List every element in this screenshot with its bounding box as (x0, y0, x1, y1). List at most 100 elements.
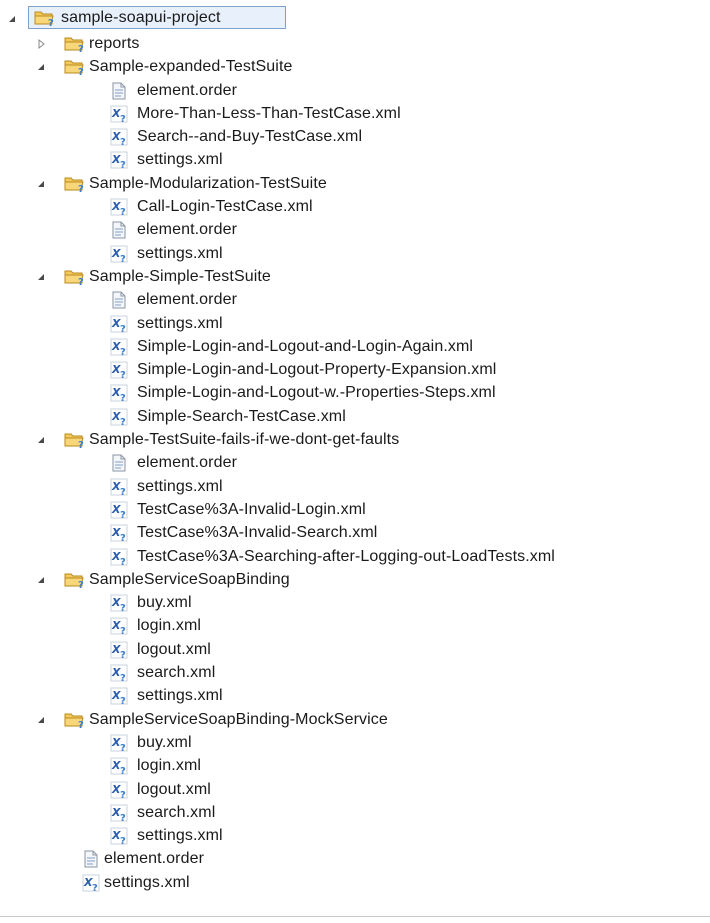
tree-file-testcase-3a-searching-after-logging-out-loadtests-xml[interactable]: X ? TestCase%3A-Searching-after-Logging-… (0, 545, 710, 568)
tree-file-logout-xml[interactable]: X ? logout.xml (0, 778, 710, 801)
tree-file-settings-xml[interactable]: X ? settings.xml (0, 824, 710, 847)
tree-item-label[interactable]: Sample-expanded-TestSuite (89, 58, 293, 76)
expand-arrow-icon[interactable] (35, 178, 47, 190)
tree-item-label[interactable]: Sample-Simple-TestSuite (89, 268, 271, 286)
tree-file-login-xml[interactable]: X ? login.xml (0, 754, 710, 777)
svg-text:?: ? (120, 510, 126, 519)
tree-file-call-login-testcase-xml[interactable]: X ? Call-Login-TestCase.xml (0, 195, 710, 218)
tree-file-simple-login-and-logout-property-expansion-xml[interactable]: X ? Simple-Login-and-Logout-Property-Exp… (0, 358, 710, 381)
tree-folder-sample-simple-testsuite[interactable]: ? Sample-Simple-TestSuite (0, 265, 710, 288)
tree-item-label[interactable]: settings.xml (137, 151, 223, 169)
tree-item-label[interactable]: settings.xml (137, 687, 223, 705)
xml-file-icon: X ? (110, 151, 130, 169)
expand-arrow-icon[interactable] (35, 434, 47, 446)
tree-item-label[interactable]: TestCase%3A-Invalid-Login.xml (137, 501, 366, 519)
tree-item-label[interactable]: Search--and-Buy-TestCase.xml (137, 128, 362, 146)
tree-item-label[interactable]: element.order (137, 454, 237, 472)
tree-file-settings-xml[interactable]: X ? settings.xml (0, 871, 710, 894)
tree-file-simple-login-and-logout-w-properties-steps-xml[interactable]: X ? Simple-Login-and-Logout-w.-Propertie… (0, 381, 710, 404)
tree-root-row[interactable]: ? sample-soapui-project (0, 6, 710, 32)
tree-item-label[interactable]: TestCase%3A-Searching-after-Logging-out-… (137, 548, 555, 566)
tree-item-label[interactable]: settings.xml (137, 245, 223, 263)
expand-arrow-icon[interactable] (6, 13, 18, 25)
svg-text:?: ? (120, 650, 126, 659)
tree-file-element-order[interactable]: element.order (0, 79, 710, 102)
tree-file-settings-xml[interactable]: X ? settings.xml (0, 148, 710, 171)
tree-item-label[interactable]: buy.xml (137, 594, 192, 612)
expand-arrow-icon[interactable] (35, 574, 47, 586)
tree-item-label[interactable]: search.xml (137, 804, 215, 822)
tree-item-label[interactable]: buy.xml (137, 734, 192, 752)
tree-item-label[interactable]: settings.xml (137, 315, 223, 333)
tree-item-label[interactable]: More-Than-Less-Than-TestCase.xml (137, 105, 401, 123)
tree-file-logout-xml[interactable]: X ? logout.xml (0, 638, 710, 661)
tree-file-settings-xml[interactable]: X ? settings.xml (0, 312, 710, 335)
tree-item-label[interactable]: SampleServiceSoapBinding (89, 571, 290, 589)
tree-file-simple-login-and-logout-and-login-again-xml[interactable]: X ? Simple-Login-and-Logout-and-Login-Ag… (0, 335, 710, 358)
tree-item-label[interactable]: settings.xml (137, 827, 223, 845)
tree-file-element-order[interactable]: element.order (0, 451, 710, 474)
tree-bottom-divider (0, 916, 710, 917)
tree-file-search-xml[interactable]: X ? search.xml (0, 661, 710, 684)
xml-file-icon: X ? (110, 524, 130, 542)
tree-file-buy-xml[interactable]: X ? buy.xml (0, 731, 710, 754)
tree-file-login-xml[interactable]: X ? login.xml (0, 614, 710, 637)
expand-arrow-icon[interactable] (35, 61, 47, 73)
xml-file-icon: X ? (110, 687, 130, 705)
svg-text:?: ? (120, 836, 126, 845)
tree-folder-reports[interactable]: ? reports (0, 32, 710, 55)
svg-text:?: ? (48, 18, 54, 27)
tree-item-label[interactable]: Sample-TestSuite-fails-if-we-dont-get-fa… (89, 431, 399, 449)
tree-item-label[interactable]: settings.xml (104, 874, 190, 892)
xml-file-icon: X ? (110, 245, 130, 263)
tree-item-label[interactable]: Simple-Login-and-Logout-Property-Expansi… (137, 361, 496, 379)
tree-file-search-xml[interactable]: X ? search.xml (0, 801, 710, 824)
tree-folder-sample-expanded-testsuite[interactable]: ? Sample-expanded-TestSuite (0, 55, 710, 78)
tree-folder-sample-modularization-testsuite[interactable]: ? Sample-Modularization-TestSuite (0, 172, 710, 195)
tree-file-testcase-3a-invalid-search-xml[interactable]: X ? TestCase%3A-Invalid-Search.xml (0, 521, 710, 544)
tree-item-label[interactable]: settings.xml (137, 478, 223, 496)
expand-arrow-icon[interactable] (35, 271, 47, 283)
tree-item-label[interactable]: login.xml (137, 757, 201, 775)
svg-text:?: ? (120, 813, 126, 822)
tree-item-label[interactable]: element.order (137, 221, 237, 239)
tree-file-element-order[interactable]: element.order (0, 288, 710, 311)
tree-item-label[interactable]: SampleServiceSoapBinding-MockService (89, 711, 388, 729)
tree-item-label[interactable]: search.xml (137, 664, 215, 682)
folder-icon: ? (64, 175, 84, 193)
tree-file-simple-search-testcase-xml[interactable]: X ? Simple-Search-TestCase.xml (0, 405, 710, 428)
svg-text:?: ? (120, 137, 126, 146)
tree-item-label[interactable]: element.order (137, 82, 237, 100)
tree-item-label[interactable]: Call-Login-TestCase.xml (137, 198, 313, 216)
tree-file-search-and-buy-testcase-xml[interactable]: X ? Search--and-Buy-TestCase.xml (0, 125, 710, 148)
tree-file-settings-xml[interactable]: X ? settings.xml (0, 242, 710, 265)
svg-text:?: ? (120, 487, 126, 496)
tree-file-more-than-less-than-testcase-xml[interactable]: X ? More-Than-Less-Than-TestCase.xml (0, 102, 710, 125)
tree-item-label[interactable]: Simple-Login-and-Logout-w.-Properties-St… (137, 384, 496, 402)
svg-text:?: ? (78, 67, 84, 76)
tree-item-label[interactable]: element.order (104, 850, 204, 868)
xml-file-icon: X ? (110, 664, 130, 682)
tree-item-label[interactable]: element.order (137, 291, 237, 309)
tree-item-label[interactable]: Simple-Search-TestCase.xml (137, 408, 346, 426)
tree-file-buy-xml[interactable]: X ? buy.xml (0, 591, 710, 614)
tree-item-label[interactable]: reports (89, 35, 140, 53)
tree-item-label[interactable]: logout.xml (137, 781, 211, 799)
tree-file-testcase-3a-invalid-login-xml[interactable]: X ? TestCase%3A-Invalid-Login.xml (0, 498, 710, 521)
tree-file-settings-xml[interactable]: X ? settings.xml (0, 475, 710, 498)
collapsed-arrow-icon[interactable] (35, 38, 47, 50)
tree-folder-sample-testsuite-fails-if-we-dont-get-faults[interactable]: ? Sample-TestSuite-fails-if-we-dont-get-… (0, 428, 710, 451)
tree-file-settings-xml[interactable]: X ? settings.xml (0, 684, 710, 707)
tree-item-label[interactable]: Simple-Login-and-Logout-and-Login-Again.… (137, 338, 473, 356)
tree-folder-sampleservicesoapbinding[interactable]: ? SampleServiceSoapBinding (0, 568, 710, 591)
tree-folder-sampleservicesoapbinding-mockservice[interactable]: ? SampleServiceSoapBinding-MockService (0, 708, 710, 731)
tree-item-label[interactable]: logout.xml (137, 641, 211, 659)
tree-item-label[interactable]: Sample-Modularization-TestSuite (89, 175, 327, 193)
root-label[interactable]: sample-soapui-project (61, 9, 221, 27)
tree-item-label[interactable]: TestCase%3A-Invalid-Search.xml (137, 524, 377, 542)
tree-file-element-order[interactable]: element.order (0, 847, 710, 870)
tree-file-element-order[interactable]: element.order (0, 218, 710, 241)
text-file-icon (110, 291, 130, 309)
tree-item-label[interactable]: login.xml (137, 617, 201, 635)
expand-arrow-icon[interactable] (35, 714, 47, 726)
